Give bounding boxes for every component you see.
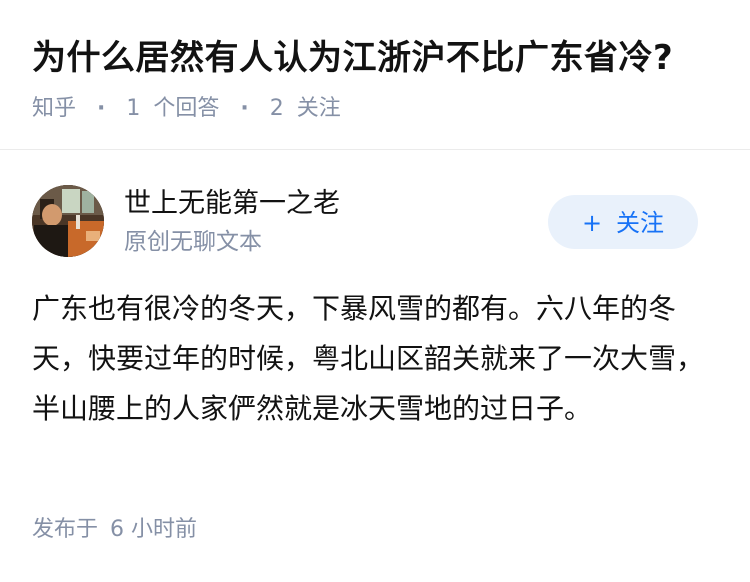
answer-card: 世上无能第一之老 原创无聊文本 + 关注 广东也有很冷的冬天，下暴风雪的都有。六八… bbox=[0, 150, 750, 582]
avatar-image bbox=[32, 185, 104, 257]
answer-count-label: 个回答 bbox=[153, 96, 220, 121]
publish-label: 发布于 bbox=[32, 517, 99, 542]
follow-button-label: 关注 bbox=[616, 209, 665, 237]
author-bio: 原创无聊文本 bbox=[124, 229, 262, 255]
question-meta: 知乎 · 1 个回答 · 2 关注 bbox=[32, 94, 341, 124]
answer-count: 1 bbox=[126, 96, 141, 121]
answer-content[interactable]: 广东也有很冷的冬天，下暴风雪的都有。六八年的冬天，快要过年的时候，粤北山区韶关就… bbox=[32, 284, 722, 434]
question-header: 为什么居然有人认为江浙沪不比广东省冷? 知乎 · 1 个回答 · 2 关注 bbox=[0, 0, 750, 150]
plus-icon: + bbox=[581, 209, 603, 237]
question-title[interactable]: 为什么居然有人认为江浙沪不比广东省冷? bbox=[32, 34, 732, 82]
meta-separator: · bbox=[97, 96, 106, 121]
author-name[interactable]: 世上无能第一之老 bbox=[124, 186, 340, 222]
source-label[interactable]: 知乎 bbox=[32, 96, 76, 121]
publish-time: 发布于 6 小时前 bbox=[32, 514, 197, 546]
follow-count: 2 bbox=[269, 96, 284, 121]
follow-button[interactable]: + 关注 bbox=[548, 195, 698, 249]
follow-count-label: 关注 bbox=[296, 96, 341, 121]
publish-time-value: 6 小时前 bbox=[110, 517, 198, 542]
meta-separator: · bbox=[240, 96, 249, 121]
avatar[interactable] bbox=[32, 185, 104, 257]
